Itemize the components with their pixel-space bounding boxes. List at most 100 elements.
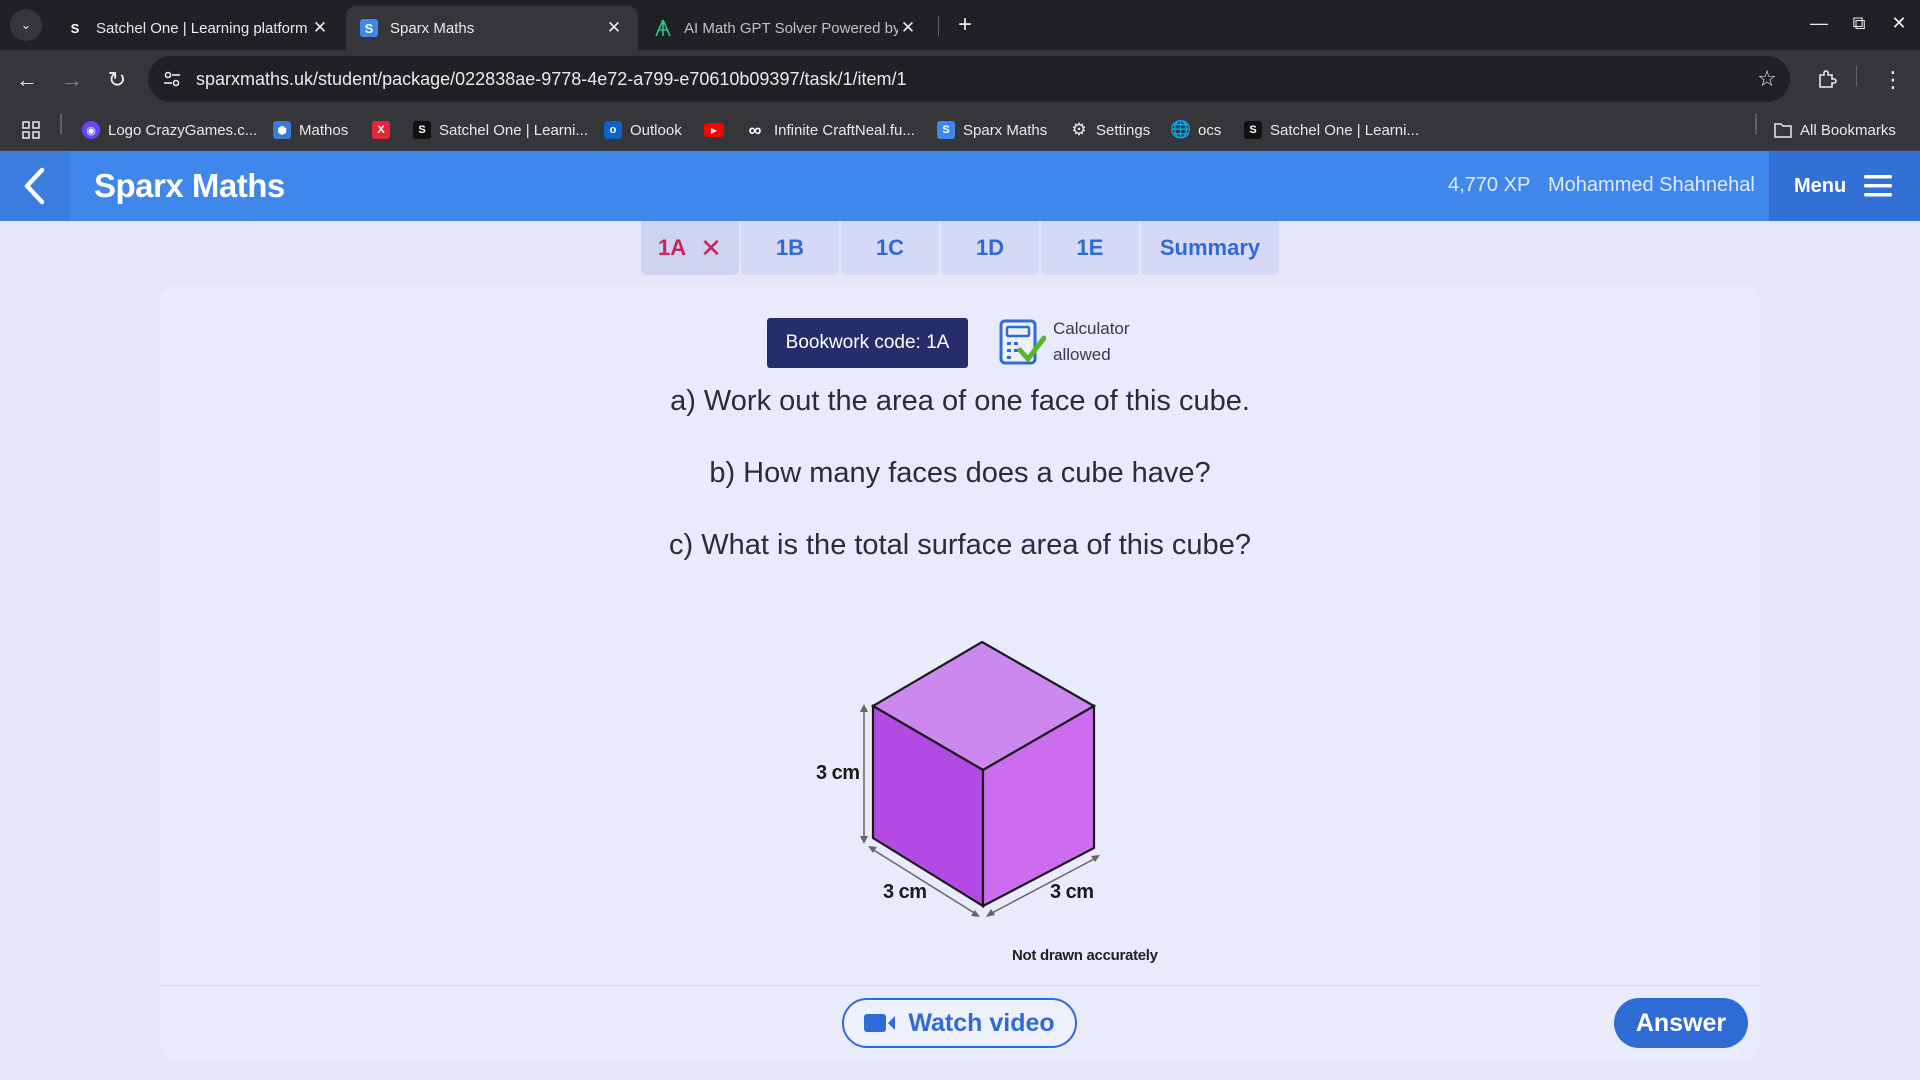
address-bar[interactable]: sparxmaths.uk/student/package/022838ae-9…	[148, 56, 1790, 102]
red-x-icon: X	[372, 121, 390, 139]
bookmark-ocs[interactable]: 🌐 ocs	[1170, 118, 1222, 142]
task-tab-label: 1C	[875, 235, 905, 260]
bookmarks-divider	[1755, 114, 1757, 134]
bookmark-sparx[interactable]: S Sparx Maths	[937, 118, 1047, 142]
calculator-check-icon	[999, 319, 1046, 365]
answer-button[interactable]: Answer	[1614, 998, 1748, 1048]
student-name: Mohammed Shahnehal	[1548, 174, 1755, 196]
bookmark-label: ocs	[1198, 121, 1222, 139]
arrowhead	[860, 704, 868, 712]
close-tab-icon[interactable]: ✕	[310, 18, 330, 38]
bookmark-label: Sparx Maths	[963, 121, 1048, 139]
task-tab-label: 1B	[775, 235, 805, 260]
tab-search-chevron-icon[interactable]: ⌄	[10, 9, 42, 41]
globe-icon: 🌐	[1170, 120, 1192, 139]
close-tab-icon[interactable]: ✕	[604, 18, 624, 38]
hamburger-icon	[1864, 175, 1893, 197]
video-camera-icon	[864, 1014, 896, 1032]
satchel-icon: S	[413, 121, 431, 139]
folder-icon	[1774, 121, 1792, 139]
sparx-favicon-icon: S	[360, 19, 378, 37]
bookmark-label: Satchel One | Learni...	[439, 121, 588, 139]
toolbar-separator	[1856, 66, 1857, 86]
infinity-icon: ∞	[748, 119, 762, 140]
tab-separator	[938, 16, 939, 36]
more-vert-icon[interactable]: ⋮	[1876, 63, 1910, 97]
sparx-icon: S	[937, 121, 955, 139]
task-tab-1e[interactable]: 1E	[1041, 221, 1139, 275]
bookmark-label: Logo CrazyGames.c...	[108, 121, 258, 139]
task-tab-label: 1A	[658, 235, 687, 260]
calculator-line-2: allowed	[1053, 345, 1111, 364]
task-tab-1b[interactable]: 1B	[741, 221, 839, 275]
brand-logo: Sparx Maths	[94, 167, 285, 204]
youtube-icon: ▶	[704, 123, 724, 137]
question-part-c: c) What is the total surface area of thi…	[669, 529, 1251, 561]
extensions-puzzle-icon[interactable]	[1810, 63, 1844, 97]
task-tab-summary[interactable]: Summary	[1141, 221, 1279, 275]
bookmark-crazygames[interactable]: ◉ Logo CrazyGames.c...	[82, 118, 257, 142]
right-base-label: 3 cm	[1050, 881, 1094, 903]
bookmark-label: All Bookmarks	[1800, 121, 1896, 139]
bookmark-satchel-1[interactable]: S Satchel One | Learni...	[413, 118, 588, 142]
restore-window-icon[interactable]: ⧉	[1842, 8, 1876, 38]
bookmark-outlook[interactable]: o Outlook	[604, 118, 682, 142]
browser-toolbar: ← → ↻ sparxmaths.uk/student/package/0228…	[0, 50, 1920, 108]
bookmark-settings[interactable]: ⚙ Settings	[1070, 118, 1150, 142]
arrowhead	[1091, 855, 1100, 862]
all-bookmarks[interactable]: All Bookmarks	[1774, 118, 1896, 142]
question-part-a: a) Work out the area of one face of this…	[670, 385, 1250, 417]
bookmark-infinite-craft[interactable]: ∞ Infinite CraftNeal.fu...	[744, 118, 915, 142]
bookmark-label: Satchel One | Learni...	[1270, 121, 1419, 139]
back-arrow-icon[interactable]: ←	[10, 63, 44, 97]
not-drawn-accurately-note: Not drawn accurately	[1012, 947, 1158, 964]
cube-diagram	[860, 640, 1100, 917]
bookmark-star-icon[interactable]: ☆	[1744, 66, 1790, 92]
watch-video-button[interactable]: Watch video	[842, 998, 1077, 1048]
task-tab-1c[interactable]: 1C	[841, 221, 939, 275]
browser-tab-ai-math[interactable]: AI Math GPT Solver Powered by ✕	[640, 6, 932, 50]
bookmark-label: Settings	[1096, 121, 1151, 139]
menu-button[interactable]: Menu	[1769, 151, 1920, 221]
sparx-header: Sparx Maths 4,770 XP Mohammed Shahnehal …	[0, 151, 1920, 221]
menu-label: Menu	[1794, 174, 1847, 197]
new-tab-plus-icon[interactable]: +	[950, 10, 980, 40]
apps-grid-icon[interactable]	[22, 118, 40, 142]
bookmarks-divider	[60, 114, 62, 134]
close-window-icon[interactable]: ✕	[1882, 8, 1916, 38]
bookmark-red-x[interactable]: X	[372, 118, 398, 142]
bookwork-code-badge: Bookwork code: 1A	[767, 318, 968, 368]
calculator-line-1: Calculator	[1053, 319, 1130, 338]
xp-counter: 4,770 XP	[1448, 174, 1531, 196]
tab-title: Satchel One | Learning platform	[96, 19, 308, 37]
browser-tabstrip: ⌄ S Satchel One | Learning platform ✕ S …	[0, 0, 1920, 50]
browser-tab-sparx[interactable]: S Sparx Maths ✕	[346, 6, 638, 50]
chevron-left-icon	[24, 167, 45, 205]
incorrect-x-icon: ✕	[700, 232, 722, 263]
minimize-icon[interactable]: —	[1802, 8, 1836, 38]
satchel-favicon-icon: S	[66, 19, 84, 37]
height-label: 3 cm	[816, 762, 860, 784]
browser-tab-satchel[interactable]: S Satchel One | Learning platform ✕	[52, 6, 344, 50]
bookmark-label: Outlook	[630, 121, 682, 139]
forward-arrow-icon[interactable]: →	[55, 63, 89, 97]
task-tab-1a[interactable]: 1A ✕	[641, 221, 739, 275]
arrowhead	[860, 836, 868, 844]
reload-icon[interactable]: ↻	[100, 63, 134, 97]
question-part-b: b) How many faces does a cube have?	[709, 457, 1211, 489]
close-tab-icon[interactable]: ✕	[898, 18, 918, 38]
satchel-icon: S	[1244, 121, 1262, 139]
bookmark-youtube[interactable]: ▶	[704, 118, 732, 142]
url-text[interactable]: sparxmaths.uk/student/package/022838ae-9…	[196, 69, 1744, 90]
bookmark-mathos[interactable]: ⬢ Mathos	[273, 118, 348, 142]
outlook-icon: o	[604, 121, 622, 139]
bookmark-label: Infinite CraftNeal.fu...	[774, 121, 915, 139]
task-tab-label: 1E	[1076, 235, 1104, 260]
site-info-icon[interactable]	[148, 71, 196, 87]
bookmark-label: Mathos	[299, 121, 349, 139]
crazygames-icon: ◉	[82, 121, 100, 139]
task-tab-1d[interactable]: 1D	[941, 221, 1039, 275]
bookmark-satchel-2[interactable]: S Satchel One | Learni...	[1244, 118, 1419, 142]
back-button[interactable]	[0, 151, 70, 221]
task-tab-label: Summary	[1159, 235, 1261, 260]
